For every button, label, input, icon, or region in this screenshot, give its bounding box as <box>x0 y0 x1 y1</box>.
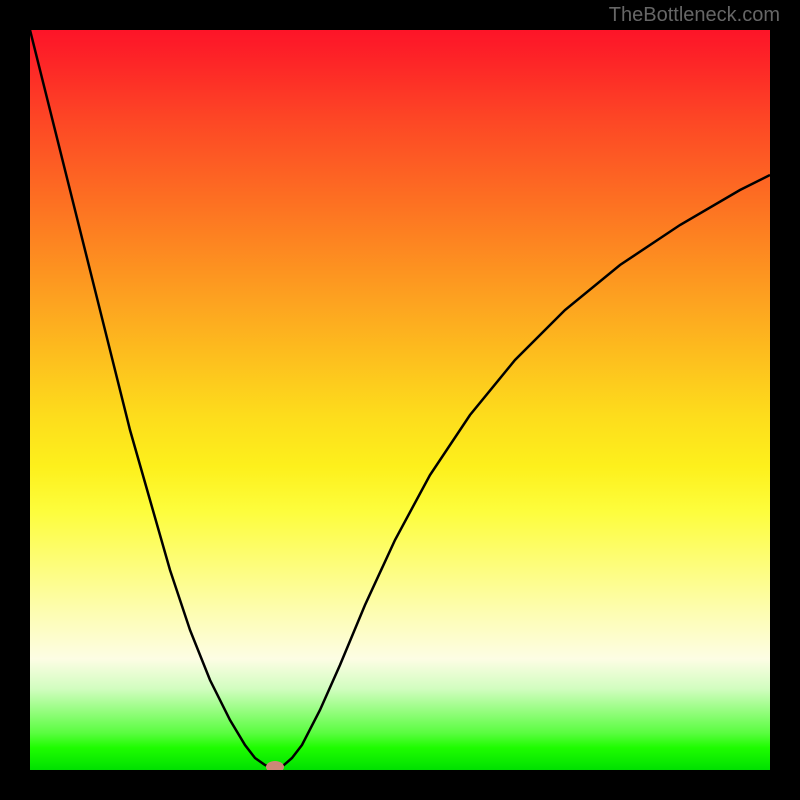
chart-curve-svg <box>30 30 770 770</box>
chart-plot-area <box>30 30 770 770</box>
bottleneck-curve <box>30 30 770 768</box>
optimal-point-marker <box>266 761 284 770</box>
watermark-text: TheBottleneck.com <box>609 4 780 27</box>
